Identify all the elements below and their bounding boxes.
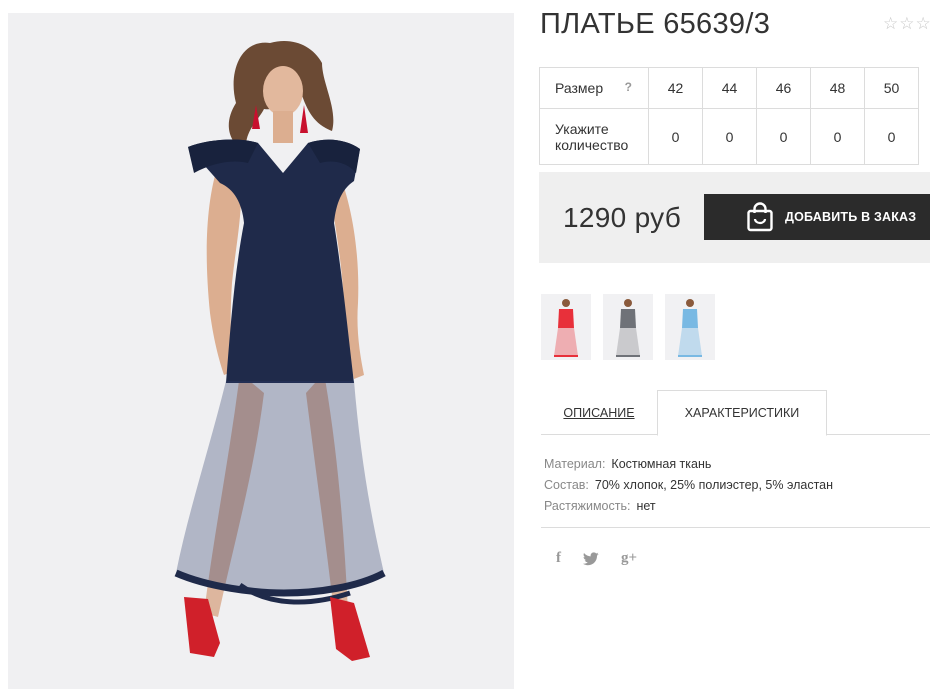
- twitter-icon[interactable]: [583, 551, 599, 566]
- size-option: 42: [648, 67, 703, 109]
- red-dress-thumbnail[interactable]: [541, 294, 591, 360]
- characteristic-value: нет: [636, 499, 656, 513]
- gray-dress-thumbnail[interactable]: [603, 294, 653, 360]
- price: 1290 руб: [563, 202, 682, 233]
- section-divider: [541, 527, 930, 528]
- quantity-input[interactable]: 0: [810, 108, 865, 165]
- star-icon[interactable]: ☆: [899, 14, 914, 34]
- star-icon[interactable]: ☆: [883, 14, 898, 34]
- characteristic-row: Состав: 70% хлопок, 25% полиэстер, 5% эла…: [544, 475, 833, 496]
- size-option: 48: [810, 67, 865, 109]
- facebook-icon[interactable]: f: [556, 550, 561, 567]
- tab-description[interactable]: ОПИСАНИЕ: [541, 390, 657, 435]
- color-thumbnails: [541, 294, 727, 360]
- size-option: 46: [756, 67, 811, 109]
- star-icon[interactable]: ☆: [916, 14, 930, 34]
- product-title: ПЛАТЬЕ 65639/3: [540, 8, 771, 40]
- quantity-input[interactable]: 0: [756, 108, 811, 165]
- characteristic-row: Растяжимость: нет: [544, 496, 833, 517]
- main-product-photo[interactable]: [8, 13, 514, 689]
- quantity-label-line1: Укажите: [555, 120, 609, 137]
- rating-stars[interactable]: ☆☆☆☆☆: [883, 14, 930, 34]
- blue-dress-thumbnail[interactable]: [665, 294, 715, 360]
- quantity-label-cell: Укажите количество: [539, 108, 649, 165]
- add-to-order-label: ДОБАВИТЬ В ЗАКАЗ: [785, 210, 917, 224]
- shopping-bag-icon: [747, 202, 773, 232]
- quantity-label-line2: количество: [555, 136, 629, 153]
- price-box: 1290 руб ДОБАВИТЬ В ЗАКАЗ: [539, 172, 930, 263]
- size-option: 50: [864, 67, 919, 109]
- quantity-input[interactable]: 0: [864, 108, 919, 165]
- characteristic-row: Материал: Костюмная ткань: [544, 454, 833, 475]
- size-label: Размер: [555, 80, 604, 96]
- add-to-order-button[interactable]: ДОБАВИТЬ В ЗАКАЗ: [704, 194, 930, 240]
- characteristic-key: Растяжимость:: [544, 499, 631, 513]
- tab-characteristics[interactable]: ХАРАКТЕРИСТИКИ: [657, 390, 827, 436]
- social-share: f g+: [556, 550, 659, 567]
- characteristic-key: Состав:: [544, 478, 589, 492]
- characteristic-value: 70% хлопок, 25% полиэстер, 5% эластан: [594, 478, 834, 492]
- size-quantity-table: Размер ? 42 44 46 48 50 Укажите количест…: [539, 67, 919, 165]
- size-option: 44: [702, 67, 757, 109]
- characteristic-key: Материал:: [544, 457, 606, 471]
- google-plus-icon[interactable]: g+: [621, 550, 637, 567]
- quantity-input[interactable]: 0: [702, 108, 757, 165]
- product-tabs: ОПИСАНИЕ ХАРАКТЕРИСТИКИ: [541, 390, 930, 436]
- characteristic-value: Костюмная ткань: [611, 457, 712, 471]
- quantity-input[interactable]: 0: [648, 108, 703, 165]
- characteristics-list: Материал: Костюмная ткань Состав: 70% хлоп…: [544, 454, 833, 517]
- size-label-cell: Размер ?: [539, 67, 649, 109]
- size-help-icon[interactable]: ?: [625, 80, 632, 94]
